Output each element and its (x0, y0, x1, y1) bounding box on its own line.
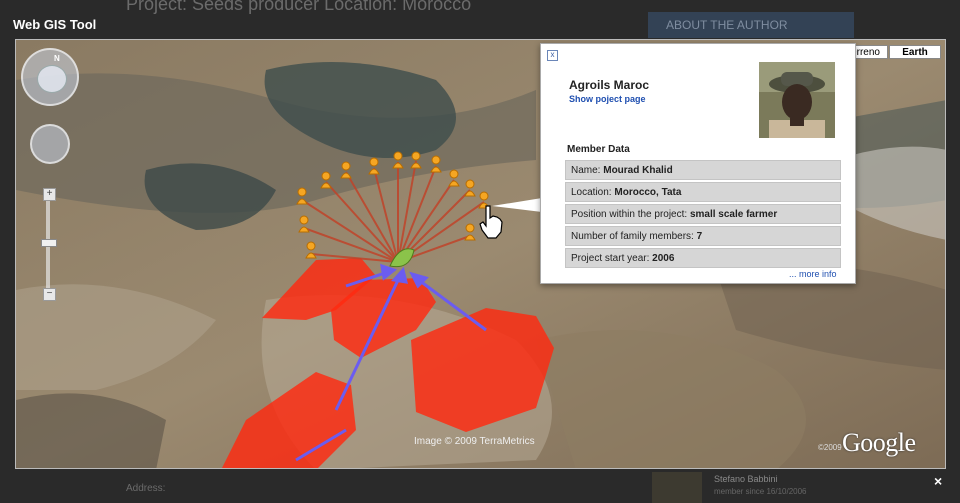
zoom-in-button[interactable]: + (43, 188, 56, 201)
about-author-heading: ABOUT THE AUTHOR (648, 12, 854, 38)
member-photo (759, 62, 835, 138)
address-label: Address: (126, 483, 166, 494)
member-field-row: Location: Morocco, Tata (565, 182, 841, 202)
map-viewport[interactable]: N + − Terreno Earth Image © 2009 TerraMe… (15, 39, 946, 469)
eye-icon[interactable] (37, 65, 67, 93)
member-field-row: Project start year: 2006 (565, 248, 841, 268)
member-field-row: Name: Mourad Khalid (565, 160, 841, 180)
show-project-link[interactable]: Show poject page (569, 94, 646, 104)
field-value: 7 (696, 231, 703, 242)
map-type-earth-button[interactable]: Earth (889, 45, 941, 59)
imagery-attribution: Image © 2009 TerraMetrics (414, 436, 535, 447)
field-value: 2006 (652, 253, 675, 264)
field-value: small scale farmer (689, 209, 778, 220)
compass-control[interactable]: N (21, 48, 79, 106)
member-since: member since 16/10/2006 (714, 487, 807, 496)
project-heading: Project: Seeds producer Location: Morocc… (126, 0, 472, 14)
zoom-out-button[interactable]: − (43, 288, 56, 301)
more-info-link[interactable]: ... more info (789, 269, 837, 279)
member-field-row: Number of family members: 7 (565, 226, 841, 246)
google-logo: Google (842, 428, 916, 457)
close-icon[interactable]: x (547, 50, 558, 61)
compass-north-label: N (54, 54, 60, 63)
info-window: x Agroils Maroc Show poject page Member … (540, 43, 856, 284)
copyright-small: ©2009 (818, 443, 842, 452)
member-name: Stefano Babbini (714, 474, 778, 484)
field-label: Project start year: (571, 253, 650, 264)
member-data-table: Name: Mourad Khalid Location: Morocco, T… (565, 160, 841, 270)
organization-name: Agroils Maroc (569, 78, 650, 92)
member-data-heading: Member Data (567, 144, 630, 155)
lightbox-close-button[interactable]: × (934, 473, 942, 489)
field-label: Location: (571, 187, 612, 198)
field-value: Morocco, Tata (614, 187, 682, 198)
member-avatar (652, 472, 702, 503)
field-value: Mourad Khalid (603, 165, 673, 176)
lightbox-title: Web GIS Tool (13, 17, 97, 32)
member-field-row: Position within the project: small scale… (565, 204, 841, 224)
field-label: Number of family members: (571, 231, 694, 242)
field-label: Name: (571, 165, 601, 176)
field-label: Position within the project: (571, 209, 688, 220)
pan-icon[interactable] (30, 124, 70, 164)
info-window-tail (492, 198, 542, 212)
zoom-slider-thumb[interactable] (41, 239, 57, 247)
